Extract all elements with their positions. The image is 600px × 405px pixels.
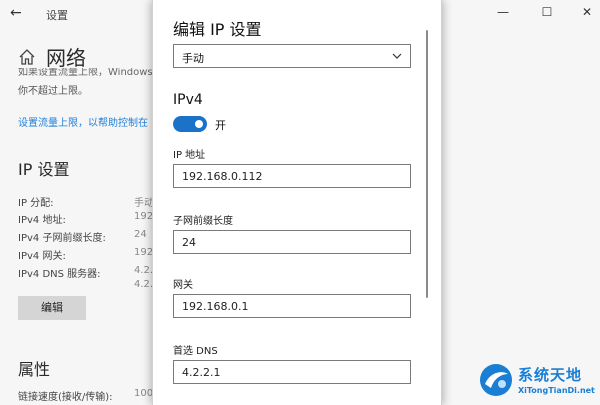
subnet-prefix-value: 24	[182, 236, 196, 249]
gateway-input[interactable]: 192.168.0.1	[173, 294, 411, 318]
set-data-limit-link[interactable]: 设置流量上限，以帮助控制在	[18, 114, 148, 129]
window-title: 设置	[46, 9, 68, 22]
link-speed-label: 链接速度(接收/传输):	[18, 392, 113, 403]
toggle-knob	[195, 120, 203, 128]
ipv4-toggle-state: 开	[215, 119, 226, 132]
watermark-url: XiTongTianDi.net	[518, 386, 595, 395]
ip-assignment-value: 手动	[134, 198, 154, 209]
preferred-dns-input[interactable]: 4.2.2.1	[173, 360, 411, 384]
ip-mode-value: 手动	[182, 52, 204, 65]
ip-address-input[interactable]: 192.168.0.112	[173, 164, 411, 188]
properties-heading: 属性	[18, 360, 51, 379]
home-icon[interactable]	[18, 48, 36, 66]
watermark-name: 系统天地	[518, 366, 583, 384]
gateway-label: 网关	[173, 280, 193, 291]
ipv4-toggle[interactable]	[173, 116, 207, 132]
data-limit-description: 如果设置流量上限，Windows	[18, 68, 153, 78]
edit-ip-settings-dialog: 编辑 IP 设置 手动 IPv4 开 IP 地址 192.168.0.112 子…	[152, 0, 442, 405]
edit-button[interactable]: 编辑	[18, 296, 86, 320]
ip-mode-dropdown[interactable]: 手动	[173, 44, 411, 68]
page-title: 网络	[46, 46, 86, 70]
watermark-logo-icon	[480, 364, 512, 396]
subnet-prefix-label: 子网前缀长度	[173, 216, 233, 227]
subnet-prefix-input[interactable]: 24	[173, 230, 411, 254]
ip-settings-heading: IP 设置	[18, 160, 70, 179]
page-header: 网络	[18, 42, 86, 71]
ipv4-gateway-label: IPv4 网关:	[18, 251, 66, 262]
back-arrow-icon[interactable]: ←	[10, 5, 26, 21]
close-icon[interactable]: ✕	[580, 5, 594, 19]
maximize-icon[interactable]: ☐	[540, 5, 554, 19]
minimize-icon[interactable]: —	[496, 5, 510, 19]
chevron-down-icon	[392, 53, 402, 59]
data-limit-description-2: 你不超过上限。	[18, 86, 88, 97]
ip-address-label: IP 地址	[173, 150, 206, 161]
ipv4-prefix-value: 24	[134, 229, 147, 240]
ip-assignment-label: IP 分配:	[18, 198, 54, 209]
preferred-dns-value: 4.2.2.1	[182, 366, 221, 379]
dialog-title: 编辑 IP 设置	[173, 20, 262, 39]
ipv4-heading: IPv4	[173, 92, 203, 108]
dialog-scrollbar[interactable]	[426, 30, 428, 298]
ip-address-value: 192.168.0.112	[182, 170, 263, 183]
ipv4-address-label: IPv4 地址:	[18, 215, 66, 226]
preferred-dns-label: 首选 DNS	[173, 346, 218, 357]
watermark: 系统天地 XiTongTianDi.net	[478, 360, 600, 405]
gateway-value: 192.168.0.1	[182, 300, 249, 313]
ipv4-prefix-label: IPv4 子网前缀长度:	[18, 233, 106, 244]
ipv4-dns-label: IPv4 DNS 服务器:	[18, 269, 101, 280]
